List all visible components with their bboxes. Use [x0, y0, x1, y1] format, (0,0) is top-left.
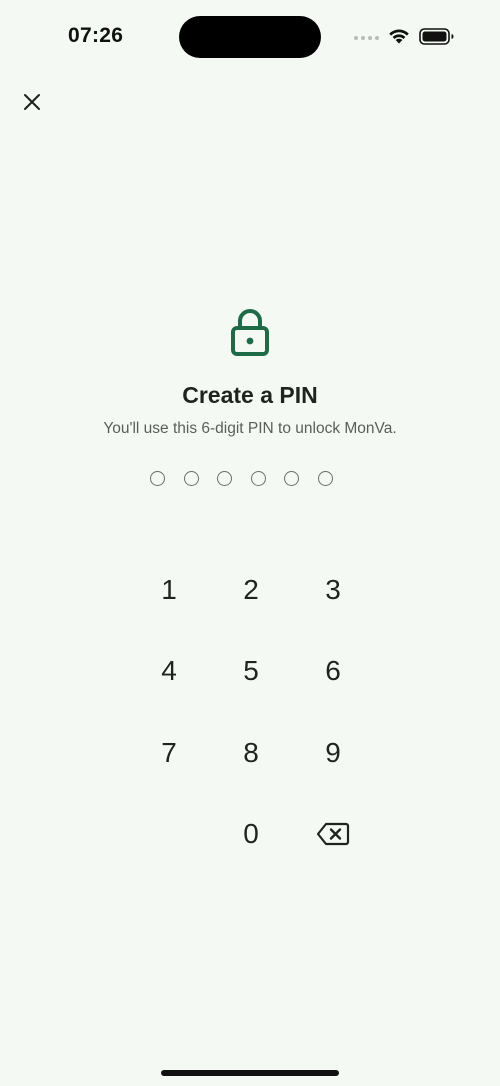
pin-dot [150, 471, 165, 486]
keypad-key-8[interactable]: 8 [210, 712, 292, 794]
lock-icon [231, 309, 269, 356]
backspace-button[interactable] [292, 794, 374, 876]
keypad-key-1[interactable]: 1 [128, 549, 210, 631]
battery-icon [419, 28, 454, 45]
pin-dot [250, 471, 266, 486]
pin-dot [217, 471, 232, 486]
keypad-key-0[interactable]: 0 [210, 794, 292, 876]
page-title: Create a PIN [182, 382, 318, 408]
keypad-key-7[interactable]: 7 [128, 712, 210, 794]
backspace-icon [316, 823, 350, 846]
keypad-key-6[interactable]: 6 [292, 631, 374, 713]
keypad-key-5[interactable]: 5 [210, 631, 292, 713]
home-indicator[interactable] [161, 1070, 339, 1076]
keypad-empty-slot [128, 794, 210, 876]
dynamic-island [179, 16, 321, 58]
cellular-signal-icon [354, 36, 379, 40]
wifi-icon [389, 29, 409, 44]
pin-dot [284, 471, 299, 486]
keypad-key-3[interactable]: 3 [292, 549, 374, 631]
status-time: 07:26 [68, 24, 124, 47]
close-button[interactable] [18, 88, 46, 116]
status-bar: 07:26 [0, 0, 500, 74]
keypad-key-4[interactable]: 4 [128, 631, 210, 713]
page-subtitle: You'll use this 6-digit PIN to unlock Mo… [103, 420, 397, 437]
pin-indicator [150, 471, 333, 486]
number-keypad: 1234567890 [128, 549, 374, 875]
keypad-key-9[interactable]: 9 [292, 712, 374, 794]
pin-dot [183, 471, 199, 486]
keypad-key-2[interactable]: 2 [210, 549, 292, 631]
pin-dot [317, 471, 333, 486]
close-icon [24, 94, 40, 110]
